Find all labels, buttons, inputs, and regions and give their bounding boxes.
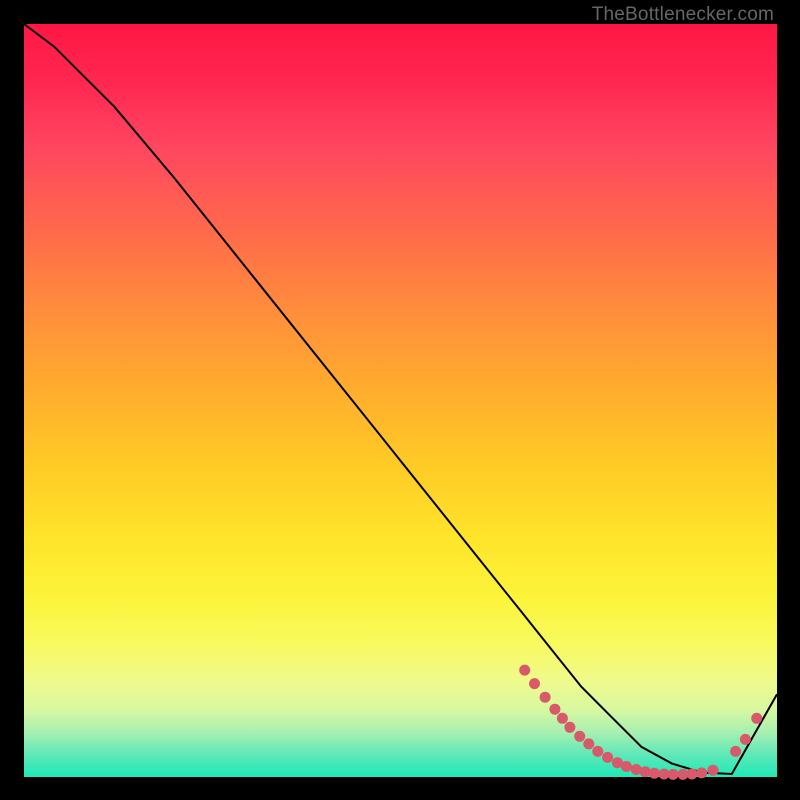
data-marker xyxy=(574,731,585,742)
data-marker xyxy=(529,678,540,689)
data-marker xyxy=(540,692,551,703)
data-marker xyxy=(557,713,568,724)
data-marker xyxy=(649,768,660,779)
data-marker xyxy=(549,704,560,715)
data-marker xyxy=(583,738,594,749)
attribution-text: TheBottlenecker.com xyxy=(592,4,774,26)
plot-area xyxy=(24,24,777,777)
data-marker xyxy=(740,734,751,745)
data-marker xyxy=(751,713,762,724)
marker-group xyxy=(519,665,762,780)
data-marker xyxy=(519,665,530,676)
chart-svg xyxy=(24,24,777,777)
data-marker xyxy=(696,767,707,778)
data-marker xyxy=(730,746,741,757)
curve-line xyxy=(24,24,777,774)
data-marker xyxy=(668,769,679,780)
data-marker xyxy=(564,722,575,733)
data-marker xyxy=(686,769,697,780)
data-marker xyxy=(602,752,613,763)
data-marker xyxy=(592,746,603,757)
data-marker xyxy=(621,761,632,772)
data-marker xyxy=(708,765,719,776)
